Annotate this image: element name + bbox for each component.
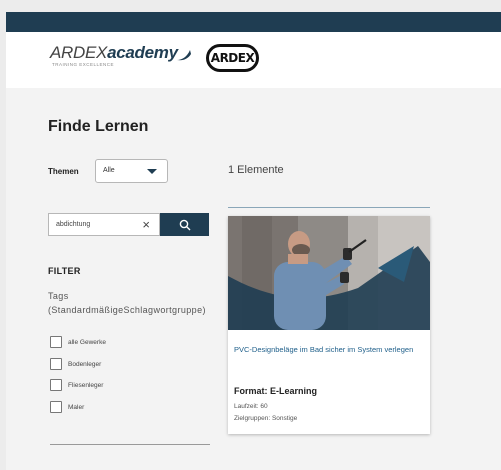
- course-thumbnail[interactable]: [228, 216, 430, 330]
- checkbox-fliesenleger[interactable]: Fliesenleger: [50, 379, 103, 391]
- checkbox-label: alle Gewerke: [68, 338, 106, 346]
- course-format: Format: E-Learning: [234, 386, 318, 396]
- academy-logo-prefix: ARDEX: [50, 43, 108, 62]
- result-count: 1 Elemente: [228, 164, 284, 176]
- course-zielgruppen: Zielgruppen: Sonstige: [234, 415, 298, 422]
- top-nav-bar: [6, 12, 501, 32]
- checkbox-label: Fliesenleger: [68, 381, 104, 389]
- checkbox[interactable]: [50, 336, 62, 348]
- filter-divider: [50, 444, 210, 445]
- themen-select[interactable]: Alle: [95, 159, 168, 183]
- checkbox-label: Maler: [68, 403, 85, 411]
- search-button[interactable]: [160, 213, 209, 236]
- checkbox-alle-gewerke[interactable]: alle Gewerke: [50, 336, 106, 348]
- swoosh-icon: [177, 50, 191, 61]
- brand-header: ARDEXacademy TRAINING EXCELLENCE ARDEX: [6, 32, 501, 88]
- close-icon[interactable]: ×: [142, 217, 150, 233]
- themen-selected-value: Alle: [103, 167, 115, 174]
- academy-tagline: TRAINING EXCELLENCE: [52, 62, 115, 67]
- course-card[interactable]: PVC-Designbeläge im Bad sicher im System…: [228, 216, 430, 434]
- checkbox[interactable]: [50, 379, 62, 391]
- search-icon: [179, 219, 190, 230]
- search-input-value: abdichtung: [56, 221, 91, 228]
- filter-heading: FILTER: [48, 266, 81, 276]
- checkbox[interactable]: [50, 401, 62, 413]
- tags-group-title: Tags (StandardmäßigeSchlagwortgruppe): [48, 291, 206, 315]
- course-title-link[interactable]: PVC-Designbeläge im Bad sicher im System…: [234, 344, 424, 356]
- ardex-logo[interactable]: ARDEX: [206, 44, 259, 72]
- checkbox-maler[interactable]: Maler: [50, 401, 84, 413]
- academy-logo-suffix: academy: [107, 43, 178, 62]
- page-title: Finde Lernen: [48, 118, 149, 135]
- checkbox-label: Bodenleger: [68, 360, 102, 368]
- course-laufzeit: Laufzeit: 60: [234, 403, 268, 410]
- chevron-down-icon: [147, 169, 157, 174]
- checkbox[interactable]: [50, 358, 62, 370]
- search-input[interactable]: abdichtung ×: [48, 213, 160, 236]
- results-divider: [228, 207, 430, 208]
- checkbox-bodenleger[interactable]: Bodenleger: [50, 358, 101, 370]
- ardex-academy-logo[interactable]: ARDEXacademy TRAINING EXCELLENCE: [50, 43, 191, 74]
- themen-label: Themen: [48, 167, 79, 176]
- main-content: Finde Lernen Themen Alle 1 Elemente abdi…: [6, 88, 501, 470]
